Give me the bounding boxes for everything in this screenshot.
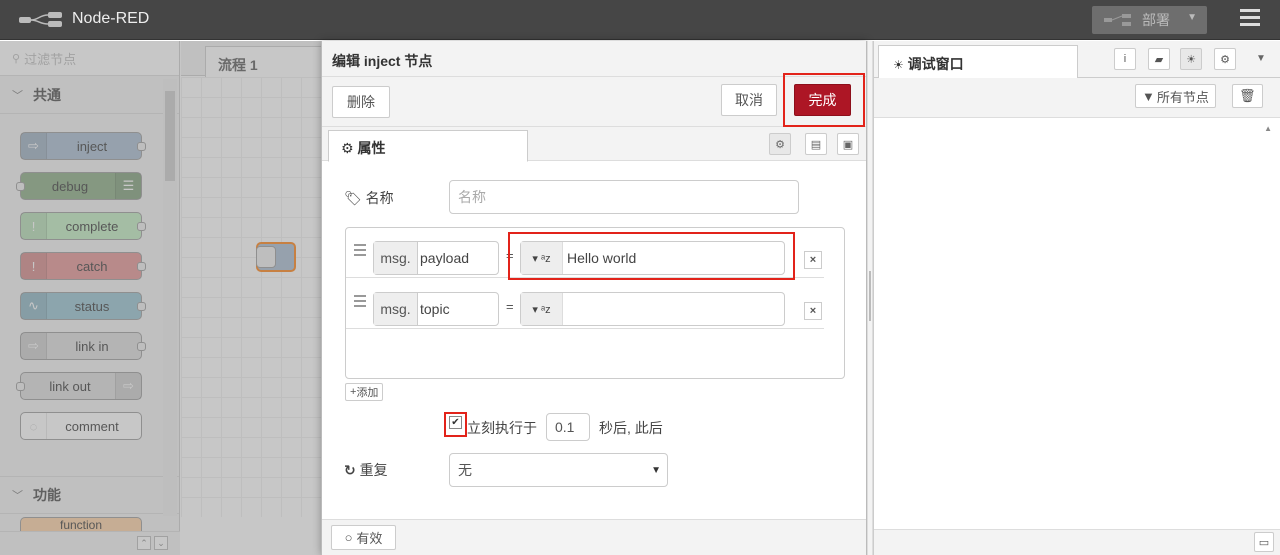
- filter-nodes-button[interactable]: ▼ 所有节点: [1135, 84, 1216, 108]
- menu-icon[interactable]: [1240, 9, 1260, 29]
- header-bar: Node-RED 部署 ▼: [0, 0, 1280, 40]
- sidebar-footer: ▭: [874, 529, 1280, 555]
- drag-handle-icon[interactable]: [354, 244, 366, 259]
- editor-title: 编辑 inject 节点: [322, 41, 866, 77]
- app-logo: Node-RED: [18, 10, 149, 28]
- inject-once-delay-input[interactable]: 0.1: [546, 413, 590, 441]
- tag-icon: 🏷: [344, 190, 362, 206]
- remove-icon[interactable]: ×: [804, 302, 822, 320]
- inject-once-label: 立刻执行于: [467, 420, 537, 436]
- cancel-button[interactable]: 取消: [721, 84, 777, 116]
- repeat-label: ↻ 重复: [344, 462, 388, 478]
- select-caret-icon: ▼: [651, 464, 661, 476]
- enabled-toggle[interactable]: ○ 有效: [331, 525, 396, 550]
- book-icon[interactable]: ▰: [1148, 48, 1170, 70]
- debug-sidebar: ☀ 调试窗口 i ▰ ☀ ⚙ ▼ ▼ 所有节点 🗑 ▲ ▭: [873, 41, 1280, 555]
- property-key-field[interactable]: msg. payload: [373, 241, 499, 275]
- deploy-button[interactable]: 部署 ▼: [1092, 6, 1207, 34]
- sidebar-menu-caret-icon[interactable]: ▼: [1256, 53, 1266, 64]
- name-label: 🏷 名称: [344, 190, 394, 206]
- debug-toolbar: ▼ 所有节点 🗑: [874, 78, 1280, 118]
- done-highlight: [783, 73, 865, 127]
- settings-gear-icon[interactable]: ⚙: [769, 133, 791, 155]
- info-icon[interactable]: i: [1114, 48, 1136, 70]
- checkbox-highlight: [444, 412, 467, 437]
- editor-footer: ○ 有效: [322, 519, 866, 555]
- repeat-select[interactable]: 无 ▼: [449, 453, 668, 487]
- modal-overlay: [0, 41, 325, 555]
- tab-properties[interactable]: ⚙ 属性: [328, 130, 528, 162]
- property-list-scrollbar[interactable]: [824, 228, 844, 378]
- deploy-label: 部署: [1142, 12, 1170, 28]
- bug-icon: ☀: [893, 58, 904, 72]
- circle-icon: ○: [344, 530, 353, 545]
- app-title: Node-RED: [72, 10, 150, 27]
- inject-once-suffix: 秒后, 此后: [599, 420, 663, 436]
- editor-toolbar: 删除 取消 完成: [322, 73, 866, 127]
- drag-handle-icon[interactable]: [354, 295, 366, 310]
- sidebar-tabs: ☀ 调试窗口 i ▰ ☀ ⚙ ▼: [874, 41, 1280, 78]
- repeat-icon: ↻: [344, 462, 356, 478]
- string-type-icon[interactable]: ▾ ᵃz: [521, 293, 563, 325]
- property-row-topic: msg. topic = ▾ ᵃz ×: [346, 279, 824, 329]
- scroll-up-icon[interactable]: ▲: [1264, 124, 1272, 133]
- tab-debug[interactable]: ☀ 调试窗口: [878, 45, 1078, 78]
- gear-icon: ⚙: [341, 140, 354, 156]
- add-property-button[interactable]: + 添加: [345, 383, 384, 401]
- appearance-icon[interactable]: ▣: [837, 133, 859, 155]
- delete-button[interactable]: 删除: [332, 86, 390, 118]
- clear-trash-icon[interactable]: 🗑: [1232, 84, 1263, 108]
- filter-icon: ▼: [1142, 88, 1155, 104]
- node-red-logo-icon: [19, 12, 62, 27]
- deploy-icon: [1104, 14, 1131, 26]
- property-value-field[interactable]: ▾ ᵃz: [520, 292, 785, 326]
- payload-value-highlight: [508, 232, 795, 280]
- remove-icon[interactable]: ×: [804, 251, 822, 269]
- editor-tabs: ⚙ 属性 ⚙ ▤ ▣: [322, 127, 866, 162]
- popout-icon[interactable]: ▭: [1254, 532, 1274, 552]
- debug-bug-icon[interactable]: ☀: [1180, 48, 1202, 70]
- config-gear-icon[interactable]: ⚙: [1214, 48, 1236, 70]
- caret-down-icon[interactable]: ▼: [1187, 12, 1197, 23]
- node-editor-tray: 编辑 inject 节点 删除 取消 完成 ⚙ 属性 ⚙ ▤ ▣ 🏷 名称 名称…: [321, 41, 867, 555]
- property-key-field[interactable]: msg. topic: [373, 292, 499, 326]
- description-icon[interactable]: ▤: [805, 133, 827, 155]
- name-input[interactable]: 名称: [449, 180, 799, 214]
